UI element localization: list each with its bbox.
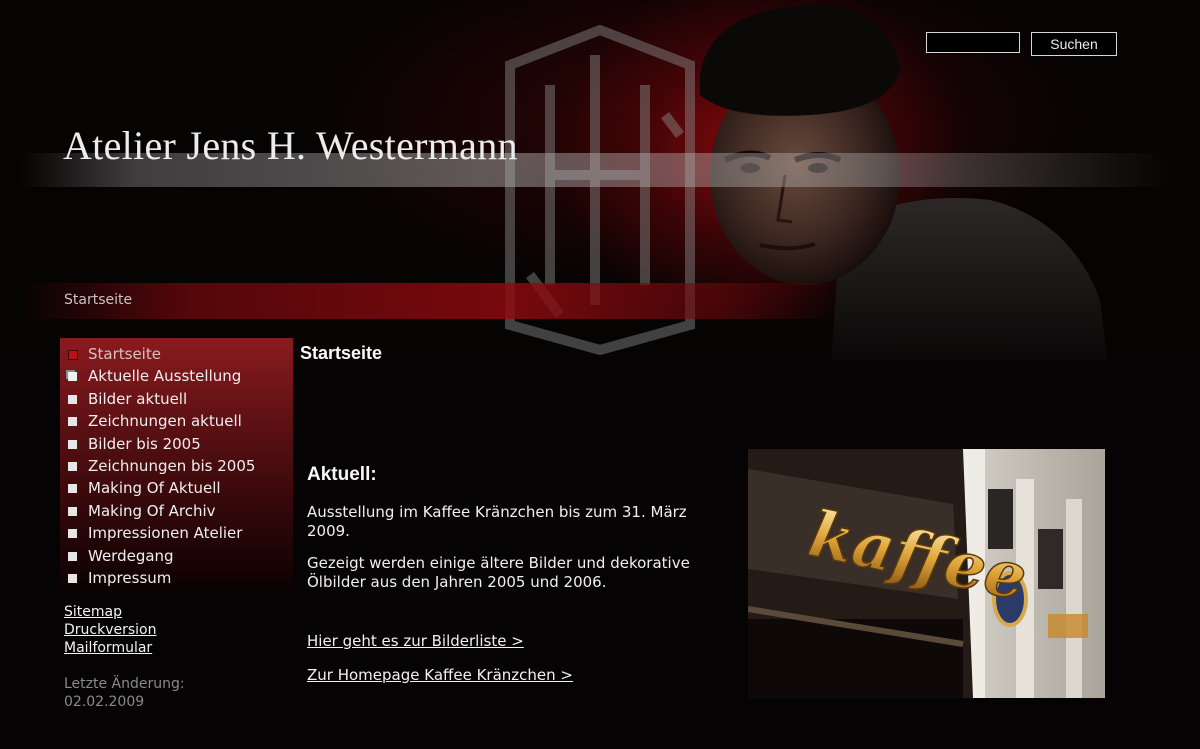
sidebar-item-impressionen-atelier[interactable]: Impressionen Atelier: [60, 524, 293, 546]
sidebar-item-label: Making Of Aktuell: [88, 479, 221, 498]
news-paragraph: Ausstellung im Kaffee Kränzchen bis zum …: [307, 503, 687, 540]
breadcrumb: Startseite: [64, 292, 133, 308]
news-body: Ausstellung im Kaffee Kränzchen bis zum …: [307, 503, 727, 605]
square-bullet-icon: [68, 573, 77, 583]
picture-list-link[interactable]: Hier geht es zur Bilderliste >: [307, 632, 524, 650]
sidebar-item-bilder-bis-2005[interactable]: Bilder bis 2005: [60, 435, 293, 457]
utility-links: Sitemap Druckversion Mailformular: [64, 603, 157, 657]
sidebar-item-label: Zeichnungen bis 2005: [88, 456, 256, 475]
sidebar-item-startseite[interactable]: Startseite: [60, 345, 293, 367]
square-bullet-icon: [68, 394, 77, 404]
square-bullet-icon: [68, 350, 78, 360]
search-button[interactable]: Suchen: [1031, 32, 1117, 56]
sidebar-item-label: Aktuelle Ausstellung: [88, 367, 242, 386]
sitemap-link[interactable]: Sitemap: [64, 603, 157, 621]
mail-form-link[interactable]: Mailformular: [64, 639, 157, 657]
square-bullet-icon: [68, 461, 77, 471]
print-version-link[interactable]: Druckversion: [64, 621, 157, 639]
news-paragraph: Gezeigt werden einige ältere Bilder und …: [307, 554, 690, 591]
header-banner: Atelier Jens H. Westermann Startseite Su…: [0, 0, 1200, 360]
page-title: Startseite: [300, 343, 383, 363]
sidebar-item-label: Impressum: [88, 568, 172, 587]
search-input[interactable]: [926, 32, 1020, 53]
square-bullet-icon: [68, 506, 77, 516]
kaffee-storefront-photo: kaffee: [748, 449, 1105, 698]
sidebar-navigation: Startseite Aktuelle Ausstellung Bilder akt…: [60, 338, 293, 590]
sidebar-item-label: Werdegang: [88, 546, 174, 565]
sidebar-item-werdegang[interactable]: Werdegang: [60, 547, 293, 569]
last-change-info: Letzte Änderung: 02.02.2009: [64, 675, 185, 711]
sidebar-item-label: Making Of Archiv: [88, 501, 216, 520]
square-bullet-icon: [68, 484, 77, 494]
site-title: Atelier Jens H. Westermann: [63, 123, 518, 168]
sidebar-item-label: Bilder bis 2005: [88, 434, 201, 453]
sidebar-item-bilder-aktuell[interactable]: Bilder aktuell: [60, 390, 293, 412]
square-bullet-icon: [68, 372, 77, 382]
square-bullet-icon: [68, 529, 77, 539]
sidebar-item-label: Impressionen Atelier: [88, 524, 243, 543]
square-bullet-icon: [68, 439, 77, 449]
sidebar-item-label: Startseite: [88, 345, 161, 363]
kaffee-homepage-link[interactable]: Zur Homepage Kaffee Kränzchen >: [307, 666, 573, 684]
breadcrumb-band: [20, 283, 840, 319]
sidebar-item-label: Bilder aktuell: [88, 389, 188, 408]
sidebar-item-making-of-archiv[interactable]: Making Of Archiv: [60, 502, 293, 524]
sidebar-item-label: Zeichnungen aktuell: [88, 412, 242, 431]
nav-list: Startseite Aktuelle Ausstellung Bilder akt…: [60, 338, 293, 591]
last-change-label: Letzte Änderung:: [64, 676, 185, 692]
last-change-date: 02.02.2009: [64, 694, 145, 710]
sidebar-item-zeichnungen-aktuell[interactable]: Zeichnungen aktuell: [60, 412, 293, 434]
square-bullet-icon: [68, 417, 77, 427]
sidebar-item-aktuelle-ausstellung[interactable]: Aktuelle Ausstellung: [60, 367, 293, 389]
news-heading: Aktuell:: [307, 464, 377, 485]
sidebar-item-zeichnungen-bis-2005[interactable]: Zeichnungen bis 2005: [60, 457, 293, 479]
square-bullet-icon: [68, 551, 77, 561]
sidebar-item-making-of-aktuell[interactable]: Making Of Aktuell: [60, 479, 293, 501]
sidebar-item-impressum[interactable]: Impressum: [60, 569, 293, 591]
